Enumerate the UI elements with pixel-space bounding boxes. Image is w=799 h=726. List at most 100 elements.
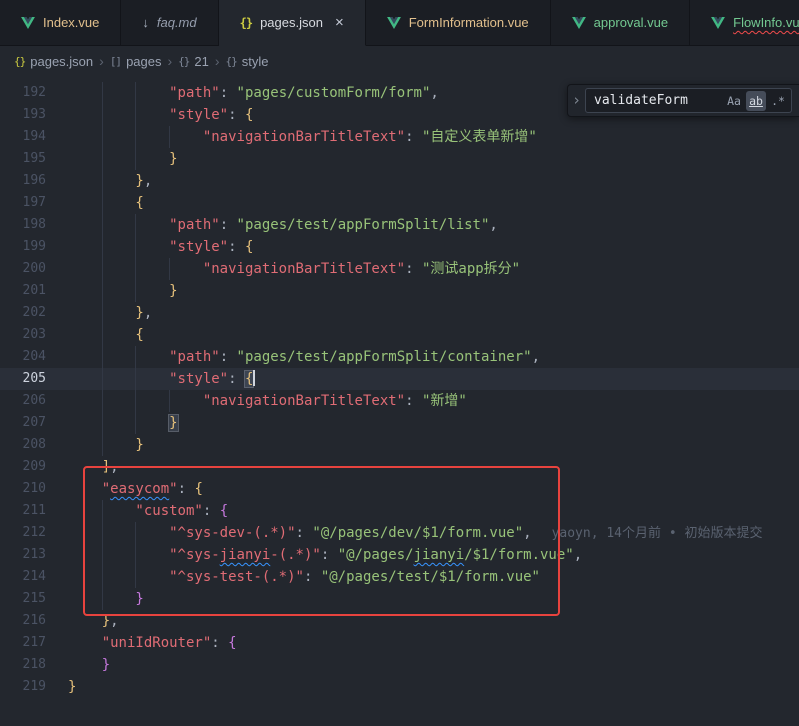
- code-line[interactable]: 206"navigationBarTitleText": "新增": [0, 390, 799, 412]
- code-token: "自定义表单新增": [422, 129, 537, 145]
- match-case-toggle[interactable]: Aa: [724, 91, 744, 111]
- editor[interactable]: 192"path": "pages/customForm/form",193"s…: [0, 76, 799, 726]
- code-text[interactable]: "style": {: [46, 368, 799, 390]
- line-number[interactable]: 195: [0, 148, 46, 170]
- line-number[interactable]: 203: [0, 324, 46, 346]
- code-line[interactable]: 199"style": {: [0, 236, 799, 258]
- line-number[interactable]: 208: [0, 434, 46, 456]
- line-number[interactable]: 201: [0, 280, 46, 302]
- code-text[interactable]: "path": "pages/test/appFormSplit/contain…: [46, 346, 799, 368]
- find-options: Aaab.*: [724, 91, 788, 111]
- code-line[interactable]: 194"navigationBarTitleText": "自定义表单新增": [0, 126, 799, 148]
- line-number[interactable]: 219: [0, 676, 46, 698]
- code-line[interactable]: 200"navigationBarTitleText": "测试app拆分": [0, 258, 799, 280]
- code-line[interactable]: 216},: [0, 610, 799, 632]
- code-text[interactable]: "style": {: [46, 236, 799, 258]
- code-line[interactable]: 202},: [0, 302, 799, 324]
- code-text[interactable]: }: [46, 654, 799, 676]
- line-number[interactable]: 192: [0, 82, 46, 104]
- tab-index-vue[interactable]: Index.vue: [0, 0, 121, 46]
- tab-forminformation-vue[interactable]: FormInformation.vue: [366, 0, 551, 46]
- expand-replace-chevron[interactable]: ›: [568, 93, 585, 108]
- find-input[interactable]: validateForm Aaab.*: [585, 88, 792, 113]
- code-line[interactable]: 205"style": {: [0, 368, 799, 390]
- code-text[interactable]: },: [46, 302, 799, 324]
- line-number[interactable]: 216: [0, 610, 46, 632]
- code-line[interactable]: 210"easycom": {: [0, 478, 799, 500]
- line-number[interactable]: 199: [0, 236, 46, 258]
- code-line[interactable]: 219}: [0, 676, 799, 698]
- code-text[interactable]: },: [46, 170, 799, 192]
- line-number[interactable]: 210: [0, 478, 46, 500]
- code-text[interactable]: },: [46, 610, 799, 632]
- code-line[interactable]: 204"path": "pages/test/appFormSplit/cont…: [0, 346, 799, 368]
- line-number[interactable]: 205: [0, 368, 46, 390]
- line-number[interactable]: 204: [0, 346, 46, 368]
- line-number[interactable]: 215: [0, 588, 46, 610]
- code-text[interactable]: ],: [46, 456, 799, 478]
- code-line[interactable]: 211"custom": {: [0, 500, 799, 522]
- code-text[interactable]: {: [46, 324, 799, 346]
- code-line[interactable]: 203{: [0, 324, 799, 346]
- code-line[interactable]: 213"^sys-jianyi-(.*)": "@/pages/jianyi/$…: [0, 544, 799, 566]
- code-line[interactable]: 217"uniIdRouter": {: [0, 632, 799, 654]
- breadcrumb-item-style[interactable]: {}style: [226, 54, 269, 69]
- line-number[interactable]: 193: [0, 104, 46, 126]
- code-line[interactable]: 198"path": "pages/test/appFormSplit/list…: [0, 214, 799, 236]
- line-number[interactable]: 198: [0, 214, 46, 236]
- code-text[interactable]: "navigationBarTitleText": "新增": [46, 390, 799, 412]
- line-number[interactable]: 196: [0, 170, 46, 192]
- code-text[interactable]: "^sys-test-(.*)": "@/pages/test/$1/form.…: [46, 566, 799, 588]
- breadcrumb-item-pages[interactable]: []pages: [110, 54, 162, 69]
- code-line[interactable]: 212"^sys-dev-(.*)": "@/pages/dev/$1/form…: [0, 522, 799, 544]
- code-token: "navigationBarTitleText": [203, 129, 405, 145]
- line-number[interactable]: 206: [0, 390, 46, 412]
- line-number[interactable]: 194: [0, 126, 46, 148]
- code-line[interactable]: 209],: [0, 456, 799, 478]
- code-text[interactable]: "navigationBarTitleText": "自定义表单新增": [46, 126, 799, 148]
- code-text[interactable]: "custom": {: [46, 500, 799, 522]
- code-text[interactable]: }: [46, 434, 799, 456]
- code-line[interactable]: 208}: [0, 434, 799, 456]
- code-text[interactable]: "path": "pages/test/appFormSplit/list",: [46, 214, 799, 236]
- tab-flowinfo-vu[interactable]: FlowInfo.vu: [690, 0, 799, 46]
- code-text[interactable]: }: [46, 676, 799, 698]
- tab-approval-vue[interactable]: approval.vue: [551, 0, 690, 46]
- code-text[interactable]: {: [46, 192, 799, 214]
- line-number[interactable]: 211: [0, 500, 46, 522]
- code-line[interactable]: 196},: [0, 170, 799, 192]
- code-line[interactable]: 215}: [0, 588, 799, 610]
- line-number[interactable]: 218: [0, 654, 46, 676]
- regex-toggle[interactable]: .*: [768, 91, 788, 111]
- tab-faq-md[interactable]: ↓faq.md: [121, 0, 218, 46]
- code-text[interactable]: "uniIdRouter": {: [46, 632, 799, 654]
- line-number[interactable]: 214: [0, 566, 46, 588]
- code-text[interactable]: }: [46, 588, 799, 610]
- line-number[interactable]: 217: [0, 632, 46, 654]
- code-text[interactable]: "easycom": {: [46, 478, 799, 500]
- code-line[interactable]: 201}: [0, 280, 799, 302]
- code-line[interactable]: 214"^sys-test-(.*)": "@/pages/test/$1/fo…: [0, 566, 799, 588]
- line-number[interactable]: 213: [0, 544, 46, 566]
- line-number[interactable]: 197: [0, 192, 46, 214]
- code-text[interactable]: "^sys-jianyi-(.*)": "@/pages/jianyi/$1/f…: [46, 544, 799, 566]
- tab-pages-json[interactable]: {}pages.json×: [219, 0, 366, 46]
- breadcrumb-item-21[interactable]: {}21: [178, 54, 209, 69]
- code-text[interactable]: }: [46, 412, 799, 434]
- breadcrumb-item-pages-json[interactable]: {}pages.json: [14, 54, 93, 69]
- line-number[interactable]: 209: [0, 456, 46, 478]
- code-line[interactable]: 218}: [0, 654, 799, 676]
- code-text[interactable]: "navigationBarTitleText": "测试app拆分": [46, 258, 799, 280]
- code-text[interactable]: "^sys-dev-(.*)": "@/pages/dev/$1/form.vu…: [46, 522, 799, 544]
- line-number[interactable]: 207: [0, 412, 46, 434]
- code-line[interactable]: 207}: [0, 412, 799, 434]
- line-number[interactable]: 202: [0, 302, 46, 324]
- code-line[interactable]: 197{: [0, 192, 799, 214]
- code-text[interactable]: }: [46, 280, 799, 302]
- code-line[interactable]: 195}: [0, 148, 799, 170]
- line-number[interactable]: 200: [0, 258, 46, 280]
- line-number[interactable]: 212: [0, 522, 46, 544]
- close-icon[interactable]: ×: [335, 15, 344, 30]
- whole-word-toggle[interactable]: ab: [746, 91, 766, 111]
- code-text[interactable]: }: [46, 148, 799, 170]
